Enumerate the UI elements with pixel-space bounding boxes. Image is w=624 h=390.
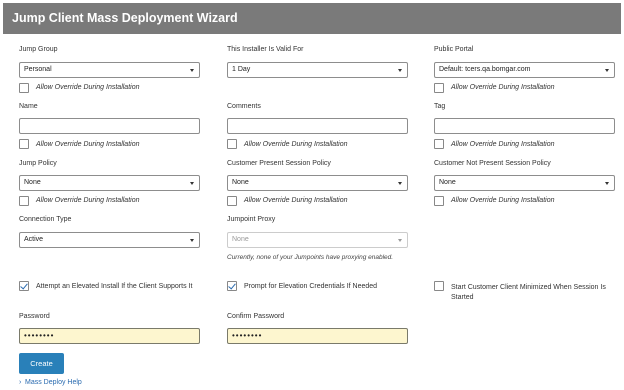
public-portal-override-checkbox[interactable] bbox=[434, 83, 444, 93]
customer-not-present-override-checkbox[interactable] bbox=[434, 196, 444, 206]
tag-override-checkbox[interactable] bbox=[434, 139, 444, 149]
elevated-install-label: Attempt an Elevated Install If the Clien… bbox=[36, 283, 193, 290]
tag-input[interactable] bbox=[434, 118, 615, 134]
password-label: Password bbox=[19, 313, 50, 320]
valid-for-select[interactable]: 1 Day bbox=[227, 62, 408, 78]
prompt-elevation-checkbox[interactable] bbox=[227, 281, 237, 291]
jump-policy-label: Jump Policy bbox=[19, 160, 57, 167]
start-minimized-checkbox[interactable] bbox=[434, 281, 444, 291]
comments-override-label: Allow Override During Installation bbox=[244, 141, 348, 148]
elevated-install-checkbox[interactable] bbox=[19, 281, 29, 291]
public-portal-label: Public Portal bbox=[434, 46, 474, 53]
wizard-title: Jump Client Mass Deployment Wizard bbox=[3, 3, 621, 34]
create-button[interactable]: Create bbox=[19, 353, 64, 374]
mass-deploy-help-text: Mass Deploy Help bbox=[25, 379, 82, 386]
mass-deploy-help-link[interactable]: › Mass Deploy Help bbox=[19, 379, 82, 386]
customer-present-override-label: Allow Override During Installation bbox=[244, 197, 348, 204]
confirm-password-input[interactable]: •••••••• bbox=[227, 328, 408, 344]
jump-group-override-label: Allow Override During Installation bbox=[36, 84, 140, 91]
jumpoint-proxy-label: Jumpoint Proxy bbox=[227, 216, 276, 223]
jump-group-select[interactable]: Personal bbox=[19, 62, 200, 78]
comments-override-checkbox[interactable] bbox=[227, 139, 237, 149]
password-input[interactable]: •••••••• bbox=[19, 328, 200, 344]
tag-label: Tag bbox=[434, 103, 446, 110]
jumpoint-proxy-select: None bbox=[227, 232, 408, 248]
valid-for-label: This Installer Is Valid For bbox=[227, 46, 304, 53]
customer-not-present-label: Customer Not Present Session Policy bbox=[434, 160, 551, 167]
jump-group-label: Jump Group bbox=[19, 46, 58, 53]
name-label: Name bbox=[19, 103, 38, 110]
customer-present-override-checkbox[interactable] bbox=[227, 196, 237, 206]
customer-present-select[interactable]: None bbox=[227, 175, 408, 191]
public-portal-select[interactable]: Default: tcers.qa.bomgar.com bbox=[434, 62, 615, 78]
jumpoint-proxy-note: Currently, none of your Jumpoints have p… bbox=[227, 254, 394, 261]
customer-not-present-override-label: Allow Override During Installation bbox=[451, 197, 555, 204]
jump-policy-override-label: Allow Override During Installation bbox=[36, 197, 140, 204]
comments-label: Comments bbox=[227, 103, 261, 110]
jump-group-override-checkbox[interactable] bbox=[19, 83, 29, 93]
prompt-elevation-label: Prompt for Elevation Credentials If Need… bbox=[244, 283, 378, 290]
connection-type-select[interactable]: Active bbox=[19, 232, 200, 248]
name-override-checkbox[interactable] bbox=[19, 139, 29, 149]
confirm-password-label: Confirm Password bbox=[227, 313, 285, 320]
customer-present-label: Customer Present Session Policy bbox=[227, 160, 331, 167]
jump-policy-select[interactable]: None bbox=[19, 175, 200, 191]
tag-override-label: Allow Override During Installation bbox=[451, 141, 555, 148]
public-portal-override-label: Allow Override During Installation bbox=[451, 84, 555, 91]
jump-policy-override-checkbox[interactable] bbox=[19, 196, 29, 206]
start-minimized-label: Start Customer Client Minimized When Ses… bbox=[451, 284, 606, 301]
connection-type-label: Connection Type bbox=[19, 216, 72, 223]
name-input[interactable] bbox=[19, 118, 200, 134]
customer-not-present-select[interactable]: None bbox=[434, 175, 615, 191]
comments-input[interactable] bbox=[227, 118, 408, 134]
name-override-label: Allow Override During Installation bbox=[36, 141, 140, 148]
